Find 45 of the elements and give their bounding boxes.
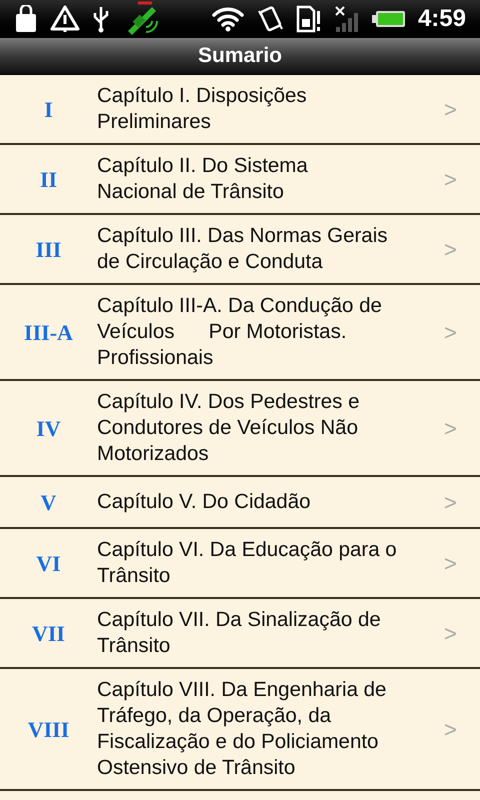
- chapter-title: Capítulo VI. Da Educação para o Trânsito: [97, 537, 398, 589]
- chapter-number: VIII: [26, 716, 70, 744]
- chapter-number: IV: [35, 414, 62, 442]
- chapter-item[interactable]: VI Capítulo VI. Da Educação para o Trânsito >: [0, 529, 480, 599]
- chapter-title: Capítulo VIII. Da Engenharia de Tráfego, da Operação, da Fiscalização e do Policiamento Ostensivo de Trânsito: [97, 677, 388, 781]
- chevron-icon: >: [444, 486, 480, 518]
- signal-icon: [334, 5, 360, 33]
- chapter-item[interactable]: II Capítulo II. Do Sistema Nacional de Trânsito >: [0, 145, 480, 215]
- chapter-number: I: [43, 96, 54, 124]
- chevron-icon: >: [444, 162, 480, 196]
- chevron-icon: >: [444, 616, 480, 650]
- battery-icon: [372, 9, 406, 29]
- chapter-title: Capítulo I. Disposições Preliminares: [97, 83, 308, 135]
- chapter-item[interactable]: V Capítulo V. Do Cidadão >: [0, 477, 480, 529]
- usb-icon: [92, 5, 110, 33]
- chevron-icon: >: [444, 412, 480, 444]
- chevron-icon: >: [444, 316, 480, 348]
- chapter-item[interactable]: III-A Capítulo III-A. Da Condução de Veículos Por Motoristas. Profissionais >: [0, 285, 480, 381]
- chapter-number: VI: [35, 550, 62, 578]
- chapter-number: V: [40, 488, 58, 516]
- chevron-icon: >: [444, 712, 480, 746]
- chapter-item[interactable]: I Capítulo I. Disposições Preliminares >: [0, 75, 480, 145]
- wifi-icon: [212, 6, 244, 32]
- chapter-number: III: [34, 236, 62, 264]
- chapter-item[interactable]: VIII Capítulo VIII. Da Engenharia de Tráfego, da Operação, da Fiscalização e do Policiamento Ostensivo de Trânsito >: [0, 669, 480, 791]
- chevron-icon: >: [444, 546, 480, 580]
- chapter-title: Capítulo VII. Da Sinalização de Trânsito: [97, 607, 382, 659]
- rotate-phone-icon: [256, 5, 284, 33]
- chapter-title: Capítulo III. Das Normas Gerais de Circulação e Conduta: [97, 223, 389, 275]
- chapter-item[interactable]: IV Capítulo IV. Dos Pedestres e Condutores de Veículos Não Motorizados >: [0, 381, 480, 477]
- chapter-item[interactable]: VII Capítulo VII. Da Sinalização de Trânsito >: [0, 599, 480, 669]
- chevron-icon: >: [444, 92, 480, 126]
- chapter-number: VII: [30, 620, 66, 648]
- chapter-title: Capítulo IV. Dos Pedestres e Condutores de Veículos Não Motorizados: [97, 389, 360, 467]
- chapter-title: Capítulo II. Do Sistema Nacional de Trânsito: [97, 153, 309, 205]
- chapter-title: Capítulo III-A. Da Condução de Veículos Por Motoristas. Profissionais: [97, 293, 383, 371]
- status-time: 4:59: [418, 7, 466, 31]
- chapter-number: III-A: [23, 318, 74, 346]
- chevron-icon: >: [444, 232, 480, 266]
- warning-icon: [50, 5, 80, 33]
- chapter-title: Capítulo V. Do Cidadão: [97, 489, 312, 515]
- chapter-number: II: [38, 166, 58, 194]
- title-text: Sumario: [198, 43, 282, 70]
- sim-card-icon: [296, 5, 322, 33]
- chapter-item[interactable]: III Capítulo III. Das Normas Gerais de Circulação e Conduta >: [0, 215, 480, 285]
